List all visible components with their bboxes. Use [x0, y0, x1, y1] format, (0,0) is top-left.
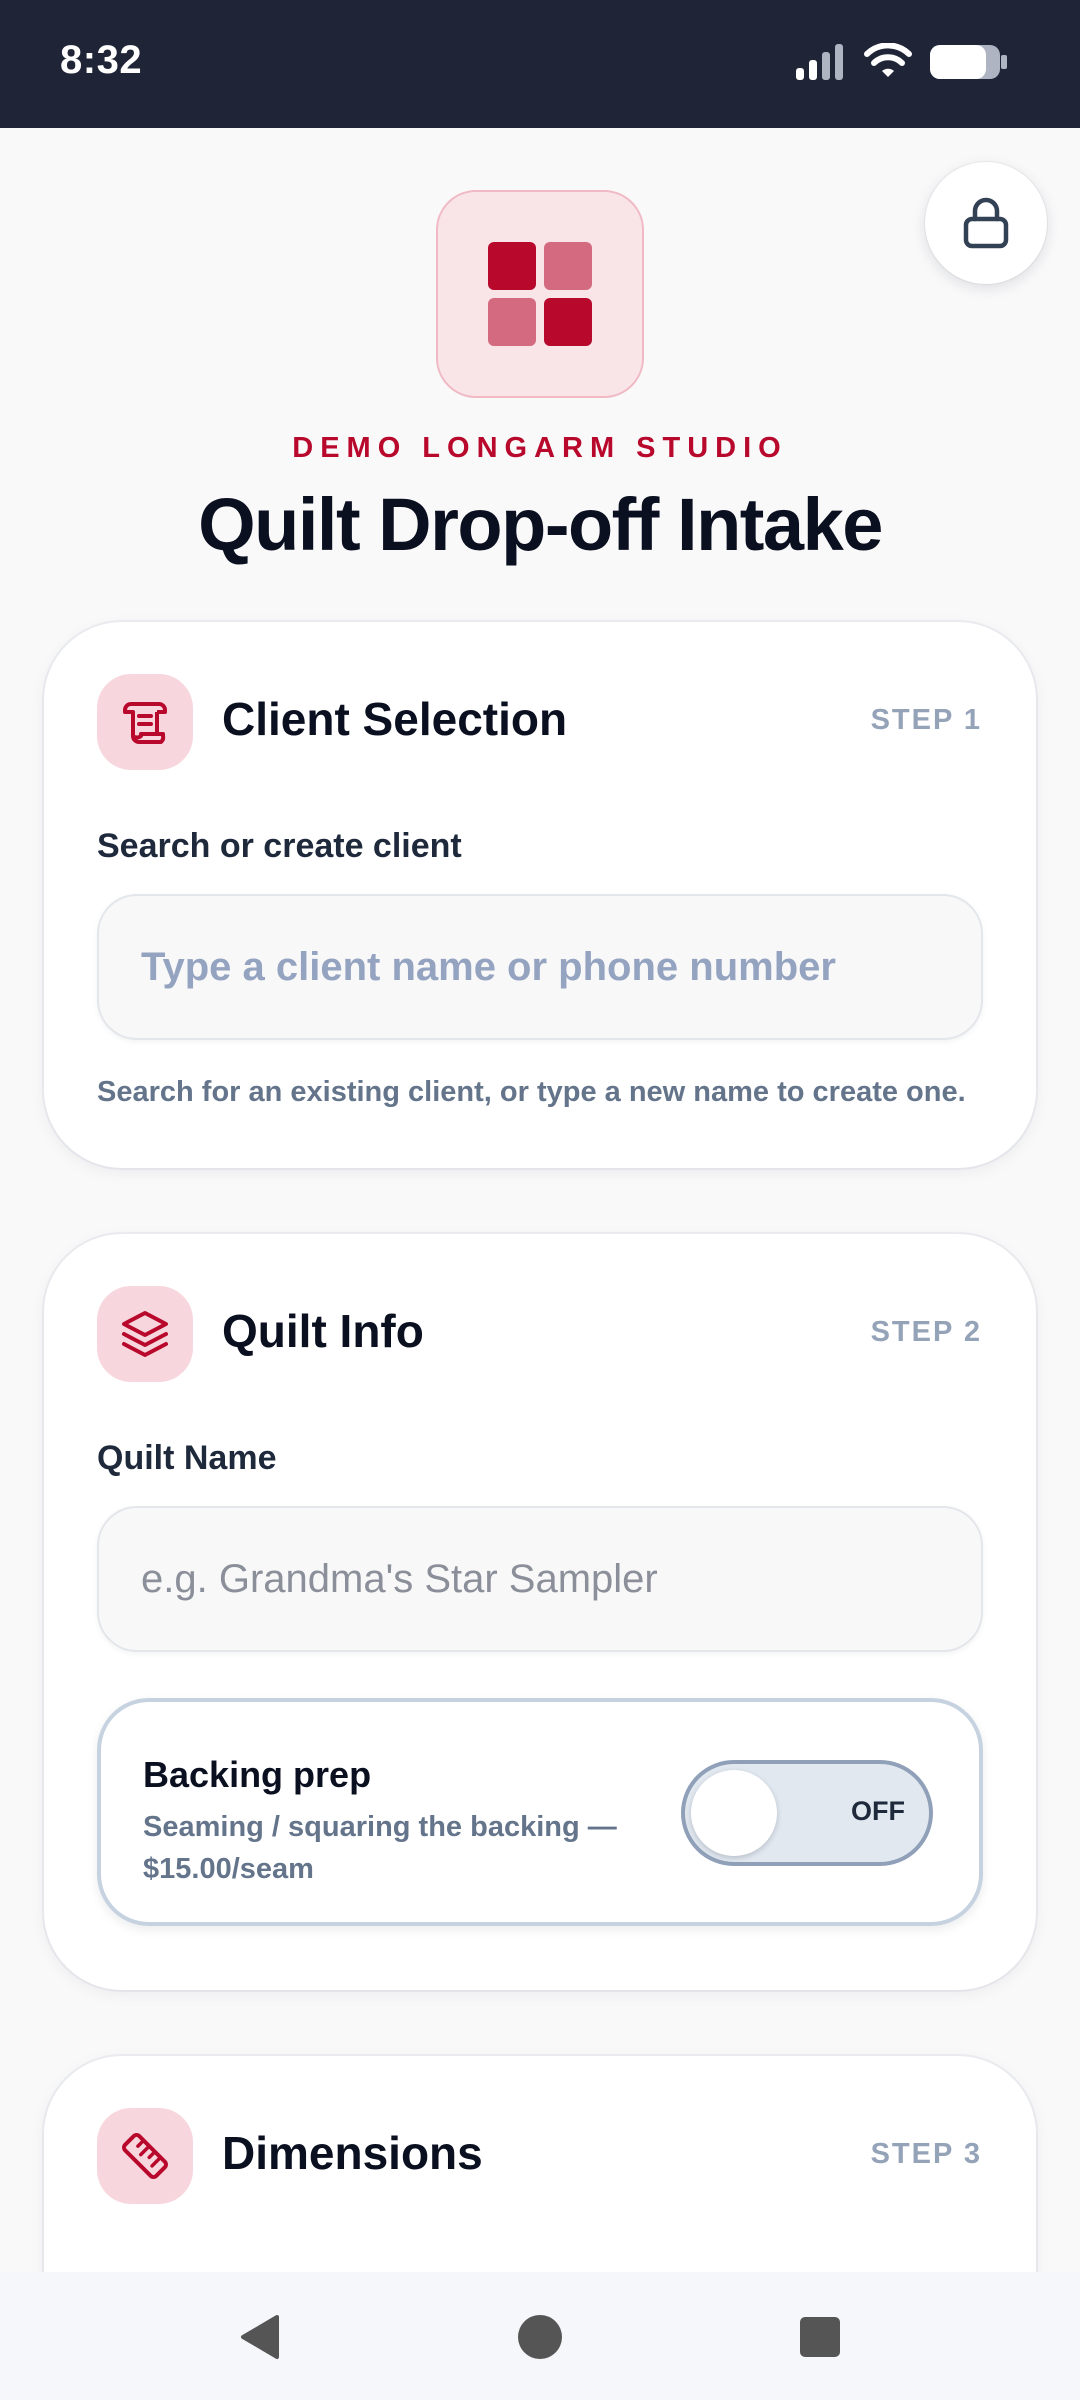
step-indicator: STEP 3 [870, 2138, 982, 2170]
quilt-name-label: Quilt Name [97, 1439, 277, 1477]
scroll-icon [123, 702, 167, 744]
client-search-helper: Search for an existing client, or type a… [97, 1076, 966, 1108]
backing-prep-title: Backing prep [143, 1754, 372, 1795]
recents-button[interactable] [785, 2302, 855, 2372]
wifi-icon [864, 43, 912, 77]
backing-prep-toggle[interactable]: OFF [681, 1760, 933, 1866]
signal-icon [796, 44, 843, 80]
toggle-knob [691, 1770, 777, 1856]
home-circle-icon [518, 2315, 562, 2359]
recents-square-icon [800, 2317, 840, 2357]
studio-name: DEMO LONGARM STUDIO [292, 432, 788, 464]
status-time: 8:32 [60, 38, 143, 82]
page-title: Quilt Drop-off Intake [198, 483, 883, 566]
card-icon-container [97, 2108, 193, 2204]
backing-prep-description: Seaming / squaring the backing — $15.00/… [143, 1811, 617, 1885]
home-button[interactable] [505, 2302, 575, 2372]
client-selection-card: Client Selection STEP 1 Search or create… [44, 622, 1036, 1168]
card-title: Dimensions [222, 2127, 483, 2179]
card-title: Quilt Info [222, 1305, 424, 1357]
quilt-info-card: Quilt Info STEP 2 Quilt Name Backing pre… [44, 1234, 1036, 1990]
client-search-label: Search or create client [97, 827, 462, 865]
client-search-input[interactable] [97, 894, 983, 1040]
studio-logo [436, 190, 644, 398]
quilt-name-input[interactable] [97, 1506, 983, 1652]
battery-icon [930, 45, 1007, 79]
card-title: Client Selection [222, 693, 568, 745]
lock-button[interactable] [925, 162, 1047, 284]
layers-icon [122, 1311, 168, 1357]
ruler-icon [122, 2133, 168, 2179]
back-triangle-icon [241, 2315, 279, 2359]
back-button[interactable] [225, 2302, 295, 2372]
step-indicator: STEP 2 [870, 1316, 982, 1348]
lock-icon [963, 197, 1009, 249]
card-icon-container [97, 674, 193, 770]
system-navigation-bar [0, 2272, 1080, 2400]
step-indicator: STEP 1 [870, 704, 982, 736]
status-icons [796, 40, 1008, 84]
backing-prep-option: Backing prep Seaming / squaring the back… [97, 1698, 983, 1926]
status-bar: 8:32 [0, 0, 1080, 128]
quilt-blocks-icon [488, 242, 592, 346]
card-icon-container [97, 1286, 193, 1382]
toggle-state-label: OFF [851, 1796, 905, 1826]
